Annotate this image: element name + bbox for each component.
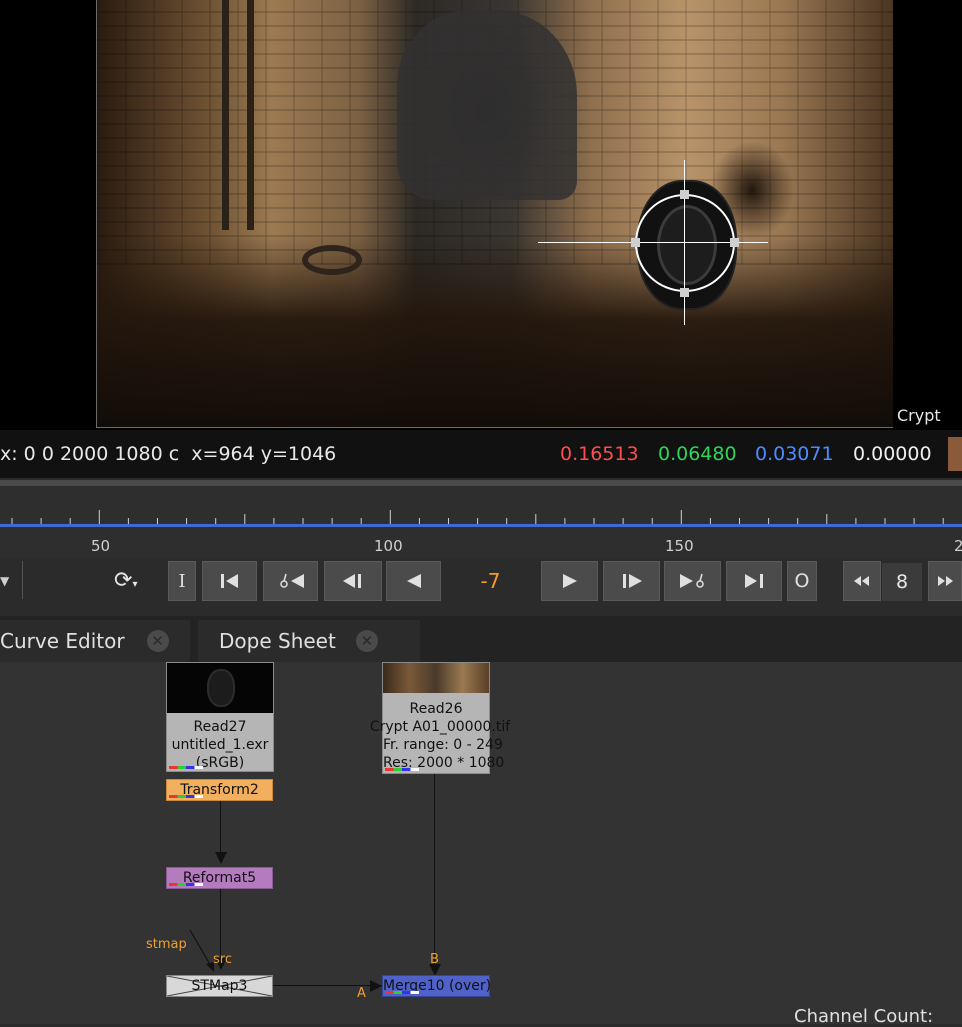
fast-forward-icon bbox=[938, 576, 953, 586]
node-read26[interactable]: Read26 Crypt A01_00000.tif Fr. range: 0 … bbox=[370, 662, 510, 774]
skip-forward-button[interactable] bbox=[928, 561, 962, 601]
transform-handle-circle[interactable] bbox=[635, 194, 735, 292]
node-name: Read26 bbox=[409, 701, 463, 717]
node-thumbnail bbox=[383, 663, 489, 693]
viewer-panel[interactable]: Crypt bbox=[0, 0, 962, 430]
node-read27[interactable]: Read27 untitled_1.exr (sRGB) bbox=[166, 662, 274, 772]
next-keyframe-button[interactable] bbox=[664, 561, 721, 601]
pixel-value-red: 0.16513 bbox=[560, 443, 639, 465]
viewer-info-left: x: 0 0 2000 1080 c x=964 y=1046 bbox=[0, 443, 336, 465]
pixel-value-green: 0.06480 bbox=[658, 443, 737, 465]
goto-start-button[interactable] bbox=[202, 561, 257, 601]
pixel-value-alpha: 0.00000 bbox=[853, 443, 932, 465]
channel-indicator bbox=[169, 883, 203, 886]
node-transform2[interactable]: Transform2 bbox=[166, 779, 273, 801]
set-out-point-button[interactable]: O bbox=[787, 561, 817, 601]
play-backward-button[interactable] bbox=[386, 561, 441, 601]
close-icon[interactable]: ✕ bbox=[355, 630, 378, 652]
prev-keyframe-icon bbox=[279, 573, 304, 588]
pin-label-stmap: stmap bbox=[146, 937, 187, 952]
next-keyframe-icon bbox=[679, 573, 704, 588]
set-in-point-button[interactable]: I bbox=[168, 561, 196, 601]
connection-line bbox=[220, 800, 221, 860]
timeline-label-50: 50 bbox=[91, 537, 111, 555]
transform-handle-left[interactable] bbox=[631, 238, 640, 247]
node-name: STMap3 bbox=[191, 978, 248, 994]
goto-start-icon bbox=[220, 574, 238, 588]
viewer-image[interactable] bbox=[96, 0, 893, 428]
close-icon[interactable]: ✕ bbox=[146, 630, 169, 652]
play-forward-button[interactable] bbox=[541, 561, 598, 601]
pin-label-a: A bbox=[357, 986, 366, 1001]
node-stmap3[interactable]: STMap3 bbox=[166, 975, 273, 997]
node-colorspace: (sRGB) bbox=[195, 755, 245, 771]
step-forward-icon bbox=[622, 574, 642, 588]
tab-label: Curve Editor bbox=[0, 629, 125, 653]
goto-end-button[interactable] bbox=[726, 561, 782, 601]
channel-indicator bbox=[169, 766, 203, 769]
pixel-color-swatch bbox=[948, 437, 962, 471]
tab-label: Dope Sheet bbox=[219, 629, 336, 653]
step-back-button[interactable] bbox=[324, 561, 382, 601]
pixel-value-blue: 0.03071 bbox=[755, 443, 834, 465]
bbox-text: x: 0 0 2000 1080 c bbox=[0, 443, 180, 465]
pipe bbox=[222, 0, 229, 230]
dropdown-arrow-icon[interactable]: ▼ bbox=[0, 574, 9, 588]
arrow-head-icon bbox=[215, 852, 227, 864]
node-range: Fr. range: 0 - 249 bbox=[383, 737, 503, 753]
skip-back-button[interactable] bbox=[843, 561, 881, 601]
pipe bbox=[247, 0, 254, 230]
cursor-position: x=964 y=1046 bbox=[191, 443, 337, 465]
node-file: untitled_1.exr bbox=[171, 737, 269, 753]
viewer-format-label: Crypt bbox=[897, 406, 941, 425]
channel-indicator bbox=[385, 768, 419, 771]
tab-dope-sheet[interactable]: Dope Sheet ✕ bbox=[198, 620, 420, 662]
connection-line bbox=[434, 774, 435, 970]
frame-increment-field[interactable]: 8 bbox=[882, 563, 922, 601]
node-reformat5[interactable]: Reformat5 bbox=[166, 867, 273, 889]
playback-mode-icon[interactable]: ⟳▾ bbox=[114, 568, 137, 593]
transport-divider bbox=[22, 561, 23, 599]
step-back-icon bbox=[343, 574, 361, 588]
pin-label-b: B bbox=[430, 952, 439, 967]
timeline-label-100: 100 bbox=[374, 537, 403, 555]
timeline-range-bar[interactable] bbox=[0, 524, 962, 527]
goto-end-icon bbox=[745, 574, 763, 588]
stmap-input-arrow bbox=[189, 929, 214, 972]
floor-tire bbox=[302, 245, 362, 275]
timeline-label-200: 2 bbox=[954, 537, 962, 555]
timeline-label-150: 150 bbox=[665, 537, 694, 555]
play-forward-icon bbox=[562, 574, 577, 588]
node-merge10[interactable]: Merge10 (over) bbox=[382, 975, 491, 997]
rewind-icon bbox=[854, 576, 869, 586]
transform-handle-bottom[interactable] bbox=[680, 288, 689, 297]
channel-indicator bbox=[385, 991, 419, 994]
transform-handle-right[interactable] bbox=[730, 238, 739, 247]
play-backward-icon bbox=[406, 574, 421, 588]
node-name: Read27 bbox=[193, 719, 247, 735]
node-thumbnail bbox=[167, 663, 273, 713]
step-forward-button[interactable] bbox=[603, 561, 660, 601]
current-frame-field[interactable]: -7 bbox=[443, 561, 538, 601]
node-file: Crypt A01_00000.tif bbox=[369, 719, 511, 735]
tab-curve-editor[interactable]: Curve Editor ✕ bbox=[0, 620, 190, 662]
tire-thumb bbox=[207, 669, 235, 707]
wall-hole bbox=[397, 10, 577, 200]
transform-handle-top[interactable] bbox=[680, 190, 689, 199]
pin-label-src: src bbox=[213, 952, 232, 967]
prev-keyframe-button[interactable] bbox=[263, 561, 318, 601]
channel-indicator bbox=[169, 795, 203, 798]
